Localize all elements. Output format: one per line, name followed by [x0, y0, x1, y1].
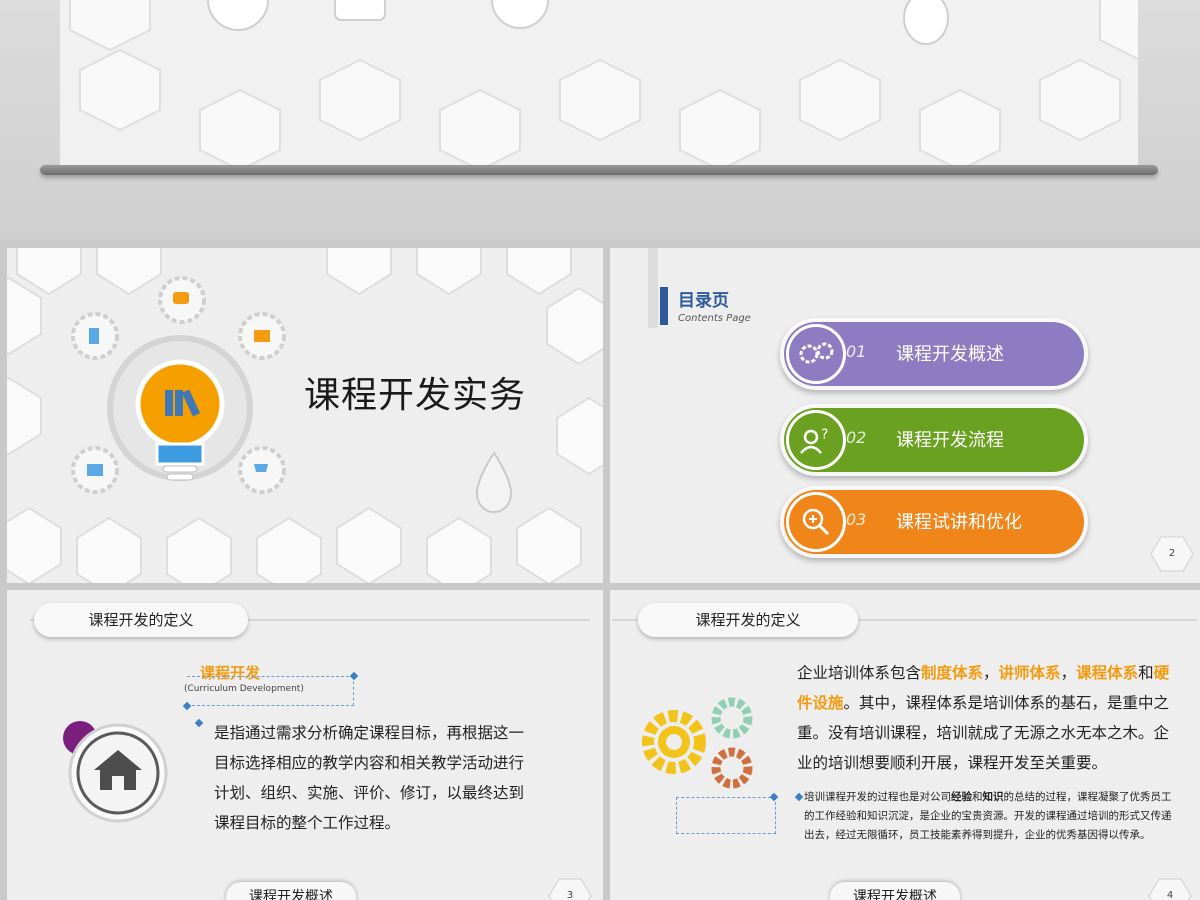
page-number-badge: 2	[1150, 536, 1194, 572]
slide-3-footer: 课程开发概述	[226, 882, 356, 900]
slide-4-header: 课程开发的定义	[638, 603, 858, 637]
hexagon-pattern	[69, 0, 1138, 165]
gear-icon	[711, 747, 753, 789]
toc-accent-bar	[660, 287, 668, 325]
slide-1-title: 课程开发实务	[304, 375, 527, 416]
highlight-run: 制度体系	[921, 664, 984, 682]
connector-line	[676, 797, 776, 834]
text-run: 。其中，课程体系是培训体系的基石，是重中之重。没有培训课程，培训就成了无源之水无…	[797, 694, 1170, 772]
banner-slide	[0, 0, 1200, 240]
person-question-icon: ?	[786, 410, 846, 470]
bold-run: 经验	[951, 791, 972, 803]
toc-item-2[interactable]: ? 02 课程开发流程	[780, 404, 1088, 476]
svg-text:?: ?	[821, 427, 828, 443]
connector-line	[187, 676, 354, 706]
page-number-badge: 4	[1148, 878, 1192, 900]
text-run: 和	[972, 791, 983, 803]
toc-subtitle: Contents Page	[678, 313, 751, 324]
magnifier-icon	[786, 492, 846, 552]
slide-3-header: 课程开发的定义	[34, 603, 248, 637]
page-number: 2	[1168, 548, 1176, 559]
text-run: 和	[1138, 664, 1154, 682]
text-run: 企业培训体系包含	[797, 664, 922, 682]
definition-text: 是指通过需求分析确定课程目标，再根据这一目标选择相应的教学内容和相关教学活动进行…	[214, 724, 525, 832]
banner-rail	[40, 165, 1158, 175]
toc-item-1[interactable]: 01 课程开发概述	[780, 318, 1088, 390]
highlight-run: 讲师体系	[998, 664, 1061, 682]
accent-strip	[648, 248, 658, 328]
water-drop-icon	[475, 451, 513, 514]
toc-item-label: 课程试讲和优化	[896, 512, 1022, 533]
toc-item-number: 03	[846, 510, 867, 529]
toc-item-number: 02	[846, 428, 867, 447]
banner-board	[60, 0, 1138, 165]
toc-item-number: 01	[846, 342, 867, 361]
highlight-run: 课程体系	[1076, 664, 1139, 682]
gear-icon	[642, 710, 706, 774]
course-development-note: 培训课程开发的过程也是对公司经验和知识的总结的过程，课程凝聚了优秀员工的工作经验…	[804, 788, 1176, 845]
page-number: 4	[1166, 890, 1174, 900]
page-number: 3	[566, 890, 574, 900]
gears-icon	[786, 324, 846, 384]
home-badge	[63, 721, 168, 823]
toc-item-label: 课程开发概述	[896, 344, 1004, 365]
text-run: ，	[983, 664, 999, 682]
slide-4-footer: 课程开发概述	[830, 882, 960, 900]
page-number-badge: 3	[548, 878, 592, 900]
gear-icon	[711, 697, 753, 739]
toc-item-label: 课程开发流程	[896, 430, 1004, 451]
text-run: 培训课程开发的过程也是对公司	[804, 791, 951, 803]
toc-title: 目录页	[678, 291, 729, 311]
training-system-text: 企业培训体系包含制度体系，讲师体系，课程体系和硬件设施。其中，课程体系是培训体系…	[797, 658, 1182, 778]
gears-illustration	[642, 697, 753, 789]
text-run: ，	[1060, 664, 1077, 682]
toc-item-3[interactable]: 03 课程试讲和优化	[780, 486, 1088, 558]
bold-run: 知识	[982, 791, 1004, 803]
